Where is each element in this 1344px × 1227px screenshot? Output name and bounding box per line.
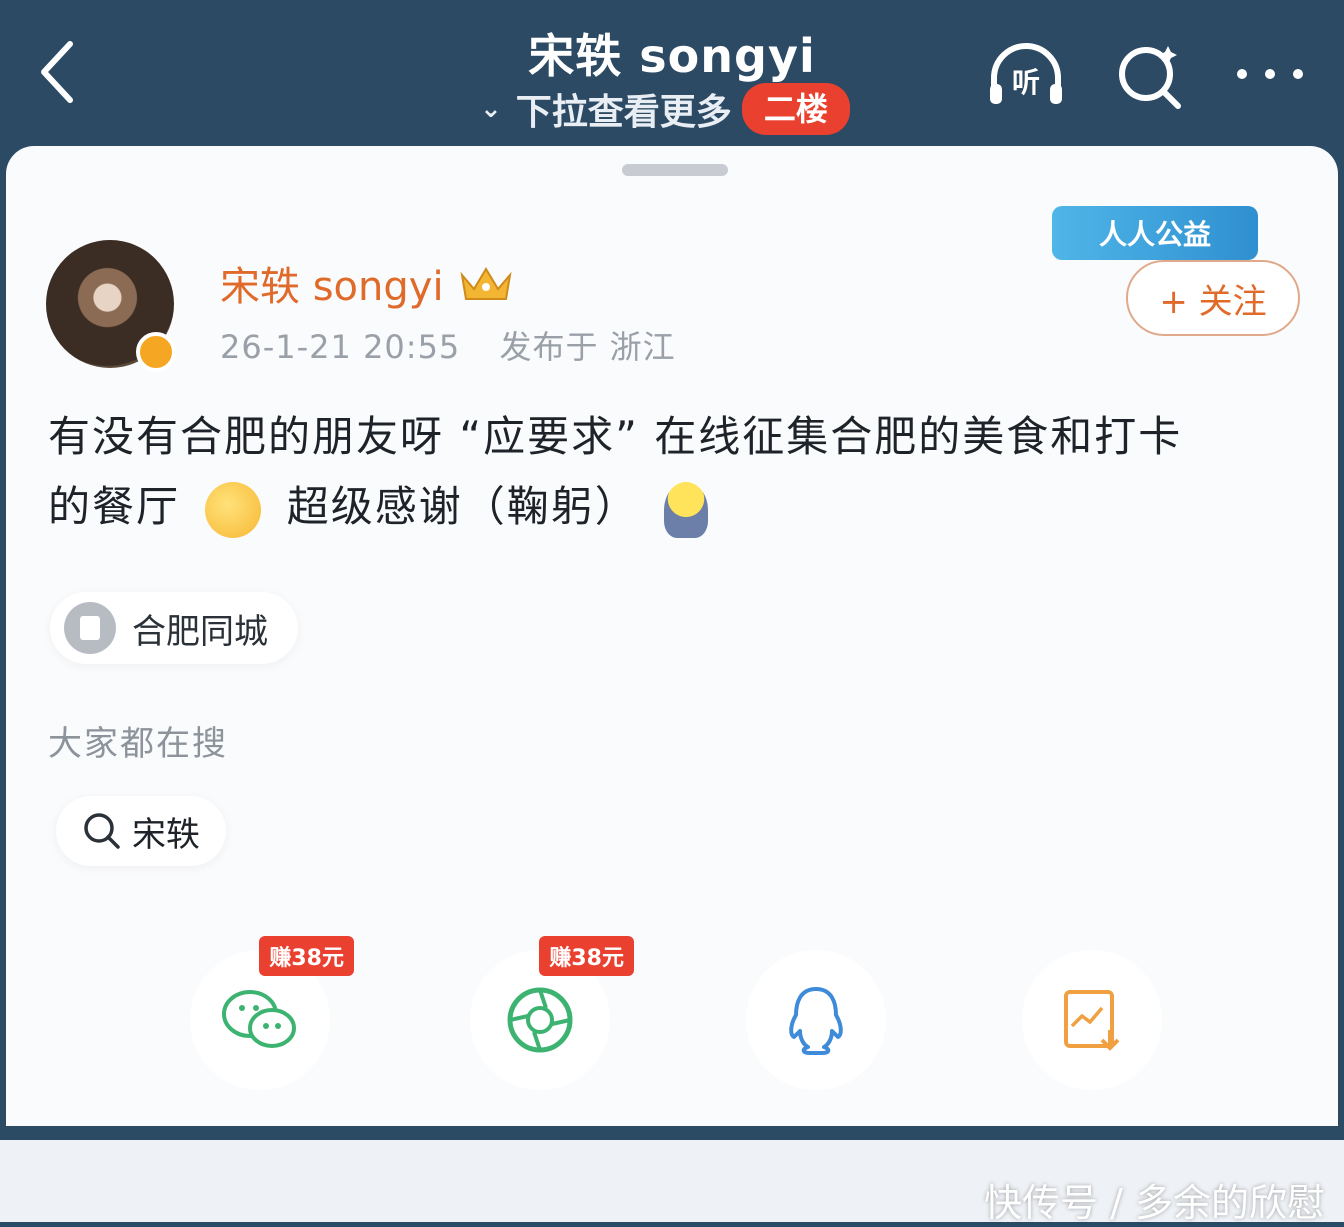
surprised-face-emoji-icon [205, 481, 262, 538]
post-date: 26-1-21 20:55 [220, 328, 461, 366]
earn-badge: 赚38元 [539, 936, 634, 976]
post-text-line-2a: 的餐厅 [48, 482, 181, 531]
top-navigation-bar: 宋轶 songyi ⌄ 下拉查看更多 二楼 听 [0, 0, 1344, 150]
topic-tag[interactable]: 合肥同城 [50, 592, 298, 664]
pull-down-hint[interactable]: ⌄ 下拉查看更多 二楼 [480, 83, 850, 135]
wechat-icon [222, 990, 296, 1048]
search-icon [84, 813, 120, 849]
post-body: 有没有合肥的朋友呀 “应要求” 在线征集合肥的美食和打卡 的餐厅 超级感谢（鞠躬… [48, 402, 1308, 542]
verified-badge-icon [136, 332, 176, 372]
post-text-line-2b: 超级感谢（鞠躬） [286, 482, 639, 531]
trending-search-heading: 大家都在搜 [48, 724, 228, 764]
bowing-emoji-icon [664, 481, 709, 538]
crown-icon [459, 267, 512, 300]
share-wechat[interactable]: 赚38元 [190, 936, 354, 1090]
share-moments[interactable]: 赚38元 [470, 936, 634, 1090]
share-qq-button[interactable] [746, 950, 886, 1090]
post-text-line-1: 有没有合肥的朋友呀 “应要求” 在线征集合肥的美食和打卡 [48, 412, 1183, 461]
drag-handle[interactable] [622, 164, 728, 176]
follow-button[interactable]: + 关注 [1126, 260, 1300, 336]
listen-icon[interactable]: 听 [984, 40, 1068, 110]
trending-search-chip[interactable]: 宋轶 [56, 796, 226, 866]
source-watermark: 快传号 / 多余的欣慰 [984, 1181, 1325, 1225]
post-location: 发布于 浙江 [499, 328, 676, 366]
moments-icon [507, 987, 573, 1053]
post-card: 宋轶 songyi 26-1-21 20:55 发布于 浙江 人人公益 + 关注… [6, 146, 1338, 1126]
post-meta: 26-1-21 20:55 发布于 浙江 [220, 322, 676, 368]
search-icon[interactable] [1108, 40, 1192, 110]
trending-search-term: 宋轶 [132, 814, 200, 855]
save-image-icon [1064, 990, 1120, 1051]
post-text-line-2: 的餐厅 超级感谢（鞠躬） [48, 472, 1308, 542]
more-options-icon[interactable] [1232, 40, 1308, 110]
qq-penguin-icon [789, 987, 843, 1055]
earn-badge: 赚38元 [259, 936, 354, 976]
save-image-button[interactable] [1022, 950, 1162, 1090]
author-name-text: 宋轶 songyi [220, 264, 444, 310]
building-icon [64, 602, 116, 654]
save-image[interactable] [1022, 936, 1172, 1090]
charity-badge[interactable]: 人人公益 [1052, 206, 1258, 260]
listen-label: 听 [1012, 66, 1040, 99]
share-qq[interactable] [746, 936, 896, 1090]
topic-tag-label: 合肥同城 [132, 611, 268, 652]
pull-down-label: 下拉查看更多 [515, 92, 732, 133]
floor-badge[interactable]: 二楼 [741, 83, 850, 135]
author-name[interactable]: 宋轶 songyi [220, 254, 514, 312]
chevron-down-icon: ⌄ [480, 94, 502, 124]
